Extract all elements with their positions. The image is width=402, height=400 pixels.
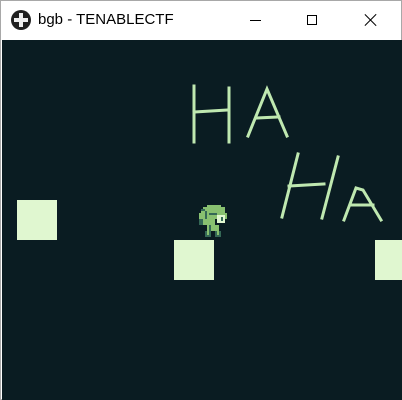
title-bar[interactable]: bgb - TENABLECTF bbox=[1, 1, 401, 39]
window-title: bgb - TENABLECTF bbox=[38, 11, 174, 28]
minimize-icon bbox=[249, 19, 261, 21]
maximize-button[interactable] bbox=[289, 1, 335, 39]
game-screen[interactable] bbox=[2, 40, 402, 400]
player-character-sprite bbox=[199, 205, 227, 237]
handwriting-ha-1 bbox=[192, 84, 289, 144]
maximize-icon bbox=[307, 15, 317, 25]
close-button[interactable] bbox=[348, 1, 394, 39]
close-icon bbox=[364, 13, 378, 27]
minimize-button[interactable] bbox=[232, 1, 278, 39]
bgb-cross-icon[interactable] bbox=[11, 10, 31, 30]
handwriting-ha-2 bbox=[280, 152, 384, 223]
emulator-window: bgb - TENABLECTF bbox=[0, 0, 402, 400]
